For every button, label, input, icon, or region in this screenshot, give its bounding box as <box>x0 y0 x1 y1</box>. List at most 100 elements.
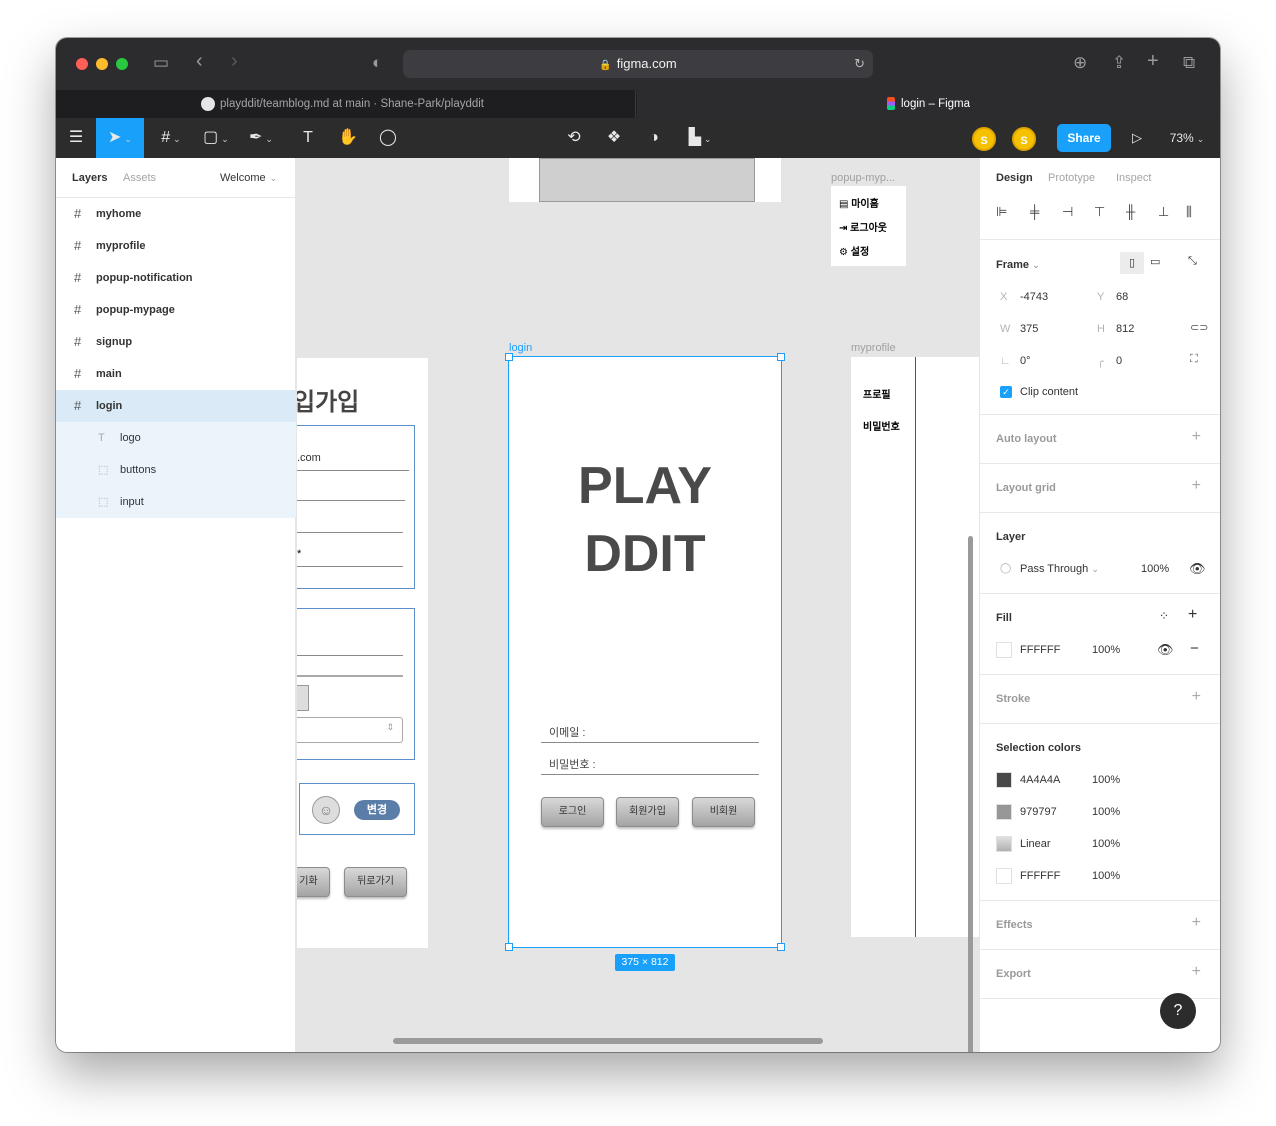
x-input[interactable]: -4743 <box>1020 291 1048 303</box>
corner-radius-input[interactable]: 0 <box>1116 355 1122 367</box>
frame-label-myprofile[interactable]: myprofile <box>851 342 896 354</box>
signup-frame[interactable]: 입가입 .com * ⇕ ☺ 변경 기화 뒤로가기 <box>297 358 428 948</box>
boolean-icon[interactable]: ▙ ⌄ <box>676 118 724 158</box>
component-icon[interactable]: ❖ <box>594 118 634 158</box>
popup-item-settings[interactable]: ⚙ 설정 <box>839 243 869 258</box>
align-left-icon[interactable]: ⊫ <box>996 204 1007 220</box>
resize-handle[interactable] <box>777 353 785 361</box>
width-input[interactable]: 375 <box>1020 323 1038 335</box>
color-swatch[interactable] <box>996 868 1012 884</box>
help-button[interactable]: ? <box>1160 993 1196 1029</box>
layer-item-signup[interactable]: # signup <box>56 326 296 358</box>
frame-label-popup-mypage[interactable]: popup-myp... <box>831 172 895 184</box>
tab-design[interactable]: Design <box>996 172 1033 184</box>
align-right-icon[interactable]: ⊣ <box>1062 204 1073 220</box>
layer-item-input[interactable]: ⬚ input <box>56 486 296 518</box>
popup-item-myhome[interactable]: ▤ 마이홈 <box>839 195 879 210</box>
mask-icon[interactable]: ◑ <box>634 118 674 158</box>
fill-visibility-eye-icon[interactable]: 👁 <box>1157 642 1174 658</box>
tab-github[interactable]: playddit/teamblog.md at main · Shane-Par… <box>56 90 636 118</box>
selection-color-opacity[interactable]: 100% <box>1092 774 1120 786</box>
comment-tool-button[interactable]: ◯ <box>368 118 408 158</box>
popup-mypage-frame[interactable]: ▤ 마이홈 ⇥ 로그아웃 ⚙ 설정 <box>831 186 906 266</box>
add-stroke-icon[interactable]: + <box>1192 688 1201 706</box>
fill-swatch[interactable] <box>996 642 1012 658</box>
email-input-underline[interactable] <box>541 742 759 743</box>
signup-button[interactable]: 회원가입 <box>616 797 679 827</box>
frame-tool-button[interactable]: # ⌄ <box>151 118 191 158</box>
color-swatch[interactable] <box>996 772 1012 788</box>
layer-item-login[interactable]: # login <box>56 390 296 422</box>
resize-to-fit-icon[interactable]: ⤡ <box>1188 255 1197 268</box>
component-swap-icon[interactable]: ⟲ <box>554 118 594 158</box>
resize-handle[interactable] <box>505 943 513 951</box>
minimize-window-button[interactable] <box>96 58 108 70</box>
layer-item-buttons[interactable]: ⬚ buttons <box>56 454 296 486</box>
main-menu-icon[interactable]: ☰ <box>56 118 96 158</box>
page-selector[interactable]: Welcome ⌄ <box>220 172 277 184</box>
present-icon[interactable]: ▷ <box>1124 118 1150 158</box>
reload-icon[interactable]: ↻ <box>854 50 865 78</box>
add-export-icon[interactable]: + <box>1192 963 1201 981</box>
shape-tool-button[interactable]: ▢ ⌄ <box>196 118 236 158</box>
vertical-scrollbar[interactable] <box>968 536 973 1052</box>
zoom-dropdown[interactable]: 73% ⌄ <box>1162 118 1212 158</box>
password-input-underline[interactable] <box>541 774 759 775</box>
selection-color-opacity[interactable]: 100% <box>1092 806 1120 818</box>
selection-color-opacity[interactable]: 100% <box>1092 870 1120 882</box>
popup-item-logout[interactable]: ⇥ 로그아웃 <box>839 219 887 234</box>
align-horizontal-center-icon[interactable]: ╪ <box>1030 204 1039 219</box>
distribute-icon[interactable]: ⫼ <box>1186 204 1192 220</box>
align-bottom-icon[interactable]: ⊥ <box>1158 204 1169 220</box>
color-swatch[interactable] <box>996 804 1012 820</box>
align-vertical-center-icon[interactable]: ╫ <box>1126 204 1135 219</box>
login-frame[interactable]: PLAY DDIT 이메일 : 비밀번호 : 로그인 회원가입 비회원 <box>508 356 782 948</box>
selection-color-opacity[interactable]: 100% <box>1092 838 1120 850</box>
rotation-input[interactable]: 0° <box>1020 355 1031 367</box>
selection-color-name[interactable]: Linear <box>1020 838 1051 850</box>
myprofile-frame[interactable]: 프로필 비밀번호 <box>851 357 979 937</box>
layer-item-myhome[interactable]: # myhome <box>56 198 296 230</box>
avatar[interactable]: S <box>972 127 996 151</box>
selection-color-name[interactable]: FFFFFF <box>1020 870 1060 882</box>
address-bar[interactable]: 🔒 figma.com ↻ <box>403 50 873 78</box>
tab-layers[interactable]: Layers <box>72 172 107 184</box>
selection-color-name[interactable]: 979797 <box>1020 806 1057 818</box>
clip-content-checkbox[interactable]: ✓ <box>1000 386 1012 398</box>
selection-color-name[interactable]: 4A4A4A <box>1020 774 1060 786</box>
landscape-orientation-button[interactable]: ▭ <box>1150 255 1160 268</box>
tab-inspect[interactable]: Inspect <box>1116 172 1151 184</box>
resize-handle[interactable] <box>505 353 513 361</box>
share-button[interactable]: Share <box>1057 124 1111 152</box>
new-tab-icon[interactable]: + <box>1147 50 1159 73</box>
add-fill-icon[interactable]: + <box>1188 606 1197 624</box>
sidebar-toggle-icon[interactable]: ▭ <box>153 53 169 73</box>
shield-icon[interactable]: ◐ <box>372 53 382 73</box>
height-input[interactable]: 812 <box>1116 323 1134 335</box>
resize-handle[interactable] <box>777 943 785 951</box>
layer-opacity-input[interactable]: 100% <box>1141 563 1169 575</box>
close-window-button[interactable] <box>76 58 88 70</box>
layer-item-logo[interactable]: Tlogo <box>56 422 296 454</box>
back-button[interactable]: 뒤로가기 <box>344 867 407 897</box>
styles-icon[interactable]: ⁘ <box>1159 609 1169 623</box>
horizontal-scrollbar[interactable] <box>393 1038 823 1044</box>
login-button[interactable]: 로그인 <box>541 797 604 827</box>
layer-item-myprofile[interactable]: # myprofile <box>56 230 296 262</box>
tab-overview-icon[interactable]: ⧉ <box>1183 53 1195 73</box>
frame-dropdown[interactable]: Frame ⌄ <box>996 259 1040 271</box>
gradient-swatch[interactable] <box>996 836 1012 852</box>
constrain-proportions-icon[interactable]: ⊂⊃ <box>1190 321 1208 334</box>
change-avatar-button[interactable]: 변경 <box>354 800 400 820</box>
independent-corners-icon[interactable]: ⛶ <box>1190 353 1198 366</box>
tab-figma[interactable]: login – Figma <box>637 90 1220 118</box>
y-input[interactable]: 68 <box>1116 291 1128 303</box>
tab-assets[interactable]: Assets <box>123 172 156 184</box>
signup-submit-button[interactable]: 기화 <box>297 867 330 897</box>
zoom-window-button[interactable] <box>116 58 128 70</box>
move-tool-button[interactable]: ➤ ⌄ <box>96 118 144 158</box>
fill-opacity-input[interactable]: 100% <box>1092 644 1120 656</box>
portrait-orientation-button[interactable]: ▯ <box>1120 252 1144 274</box>
layer-item-popup-mypage[interactable]: # popup-mypage <box>56 294 296 326</box>
guest-button[interactable]: 비회원 <box>692 797 755 827</box>
